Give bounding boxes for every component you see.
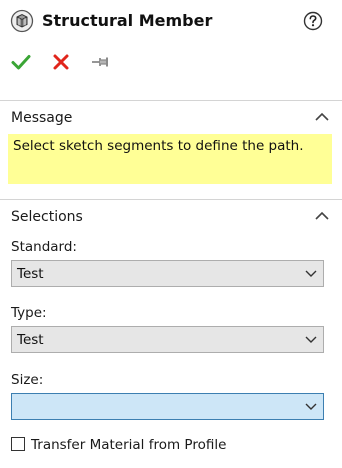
ok-button[interactable]: [8, 48, 34, 76]
close-x-icon: [53, 54, 69, 70]
cancel-button[interactable]: [48, 48, 74, 76]
action-toolbar: [0, 48, 342, 76]
standard-dropdown[interactable]: Test: [11, 260, 324, 287]
chevron-up-icon[interactable]: [314, 109, 330, 123]
type-value: Test: [17, 332, 44, 348]
selections-group-header[interactable]: Selections: [0, 199, 342, 230]
pushpin-icon: [92, 57, 108, 67]
pin-button[interactable]: [88, 48, 114, 76]
standard-label: Standard:: [11, 239, 77, 255]
chevron-down-icon: [305, 270, 317, 277]
transfer-material-label: Transfer Material from Profile: [31, 437, 227, 453]
property-manager-header: Structural Member: [0, 0, 342, 42]
message-group-title: Message: [11, 110, 73, 126]
standard-value: Test: [17, 266, 44, 282]
chevron-down-icon: [305, 336, 317, 343]
message-text: Select sketch segments to define the pat…: [13, 138, 304, 154]
page-title: Structural Member: [42, 11, 213, 30]
transfer-material-checkbox[interactable]: [11, 437, 25, 451]
size-label: Size:: [11, 372, 44, 388]
chevron-up-icon[interactable]: [314, 208, 330, 222]
chevron-down-icon: [305, 403, 317, 410]
type-dropdown[interactable]: Test: [11, 326, 324, 353]
checkmark-icon: [11, 55, 31, 70]
size-dropdown[interactable]: [11, 393, 324, 420]
message-box: Select sketch segments to define the pat…: [8, 134, 332, 184]
structural-member-icon: [10, 9, 34, 33]
help-question-icon[interactable]: [302, 10, 324, 32]
type-label: Type:: [11, 305, 47, 321]
selections-group-title: Selections: [11, 209, 83, 225]
message-group-header[interactable]: Message: [0, 100, 342, 131]
transfer-material-checkbox-row[interactable]: Transfer Material from Profile: [11, 436, 311, 454]
